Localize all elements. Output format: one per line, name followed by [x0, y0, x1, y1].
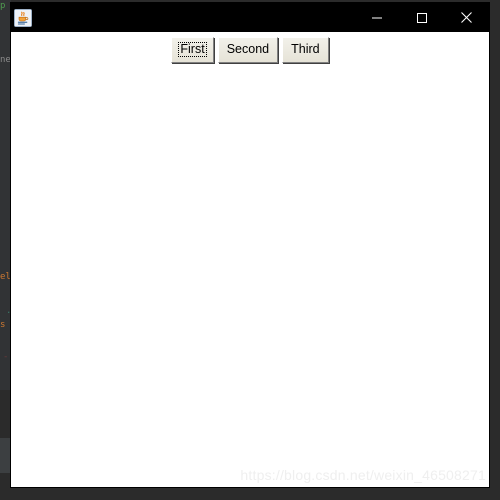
code-fragment: s: [0, 320, 6, 330]
window-titlebar[interactable]: [11, 3, 489, 32]
ide-editor-gutter-lower: [0, 390, 11, 438]
third-button-label: Third: [291, 42, 320, 56]
java-coffee-cup-icon: [14, 8, 32, 27]
second-button-label: Second: [226, 42, 270, 56]
ide-tool-panel: [0, 438, 11, 473]
third-button[interactable]: Third: [282, 37, 329, 63]
second-button[interactable]: Second: [217, 37, 279, 63]
watermark-text: https://blog.csdn.net/weixin_46508271: [240, 467, 486, 483]
window-controls: [354, 3, 489, 32]
first-button[interactable]: First: [171, 37, 214, 63]
first-button-label: First: [178, 42, 207, 57]
minimize-button[interactable]: [354, 3, 399, 32]
screen: p ne el s . - First Second Third https:/…: [0, 0, 500, 500]
code-fragment: p: [0, 1, 6, 11]
maximize-button[interactable]: [399, 3, 444, 32]
code-fragment: -: [3, 352, 9, 362]
code-fragment: ne: [0, 55, 11, 65]
code-fragment: el: [0, 272, 11, 282]
button-row: First Second Third: [11, 37, 489, 63]
application-window: First Second Third https://blog.csdn.net…: [11, 3, 489, 487]
close-button[interactable]: [444, 3, 489, 32]
window-content-panel: First Second Third https://blog.csdn.net…: [11, 32, 489, 487]
